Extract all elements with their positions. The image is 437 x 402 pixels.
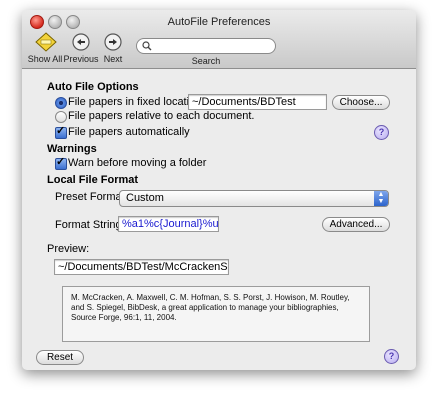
show-all-icon: [35, 32, 57, 52]
preview-label: Preview:: [47, 243, 90, 255]
window-title: AutoFile Preferences: [167, 16, 271, 28]
relative-label: File papers relative to each document.: [68, 110, 255, 122]
warnings-heading: Warnings: [47, 143, 97, 155]
search-label: Search: [191, 56, 221, 66]
help-icon[interactable]: ?: [384, 349, 399, 364]
forward-arrow-icon: [103, 32, 123, 52]
checkmark-icon: ✓: [56, 125, 66, 137]
preset-format-popup[interactable]: Custom ▲ ▼: [119, 190, 389, 207]
fixed-location-label: File papers in fixed location:: [68, 96, 205, 108]
auto-file-options-heading: Auto File Options: [47, 81, 139, 93]
checkmark-icon: ✓: [56, 156, 66, 168]
help-icon[interactable]: ?: [374, 125, 389, 140]
reset-button[interactable]: Reset: [36, 350, 84, 365]
preset-format-label: Preset Format:: [55, 191, 128, 203]
next-button[interactable]: Next: [90, 32, 136, 64]
preferences-window: AutoFile Preferences Show All Previous N…: [22, 10, 416, 370]
next-label: Next: [103, 54, 123, 64]
search-input[interactable]: [136, 38, 276, 54]
file-automatically-label: File papers automatically: [68, 126, 190, 138]
fixed-location-field[interactable]: ~/Documents/BDTest: [188, 94, 327, 110]
local-file-format-heading: Local File Format: [47, 174, 139, 186]
fixed-location-radio[interactable]: [55, 97, 67, 109]
format-string-field[interactable]: %a1%c{Journal}%u0%e: [118, 216, 219, 232]
preview-path-field: ~/Documents/BDTest/McCrackenSF.pdf: [54, 259, 229, 275]
relative-radio[interactable]: [55, 111, 67, 123]
file-automatically-checkbox[interactable]: ✓: [55, 125, 67, 139]
search-icon: [142, 41, 152, 51]
warn-move-folder-label: Warn before moving a folder: [68, 157, 207, 169]
title-bar: AutoFile Preferences Show All Previous N…: [22, 10, 416, 69]
format-string-label: Format String:: [55, 219, 125, 231]
preset-format-value: Custom: [126, 192, 164, 204]
warn-move-folder-checkbox[interactable]: ✓: [55, 156, 67, 170]
preview-citation: M. McCracken, A. Maxwell, C. M. Hofman, …: [62, 286, 370, 342]
back-arrow-icon: [71, 32, 91, 52]
advanced-button[interactable]: Advanced...: [322, 217, 390, 232]
choose-button[interactable]: Choose...: [332, 95, 390, 110]
updown-arrows-icon: ▲ ▼: [374, 191, 388, 206]
